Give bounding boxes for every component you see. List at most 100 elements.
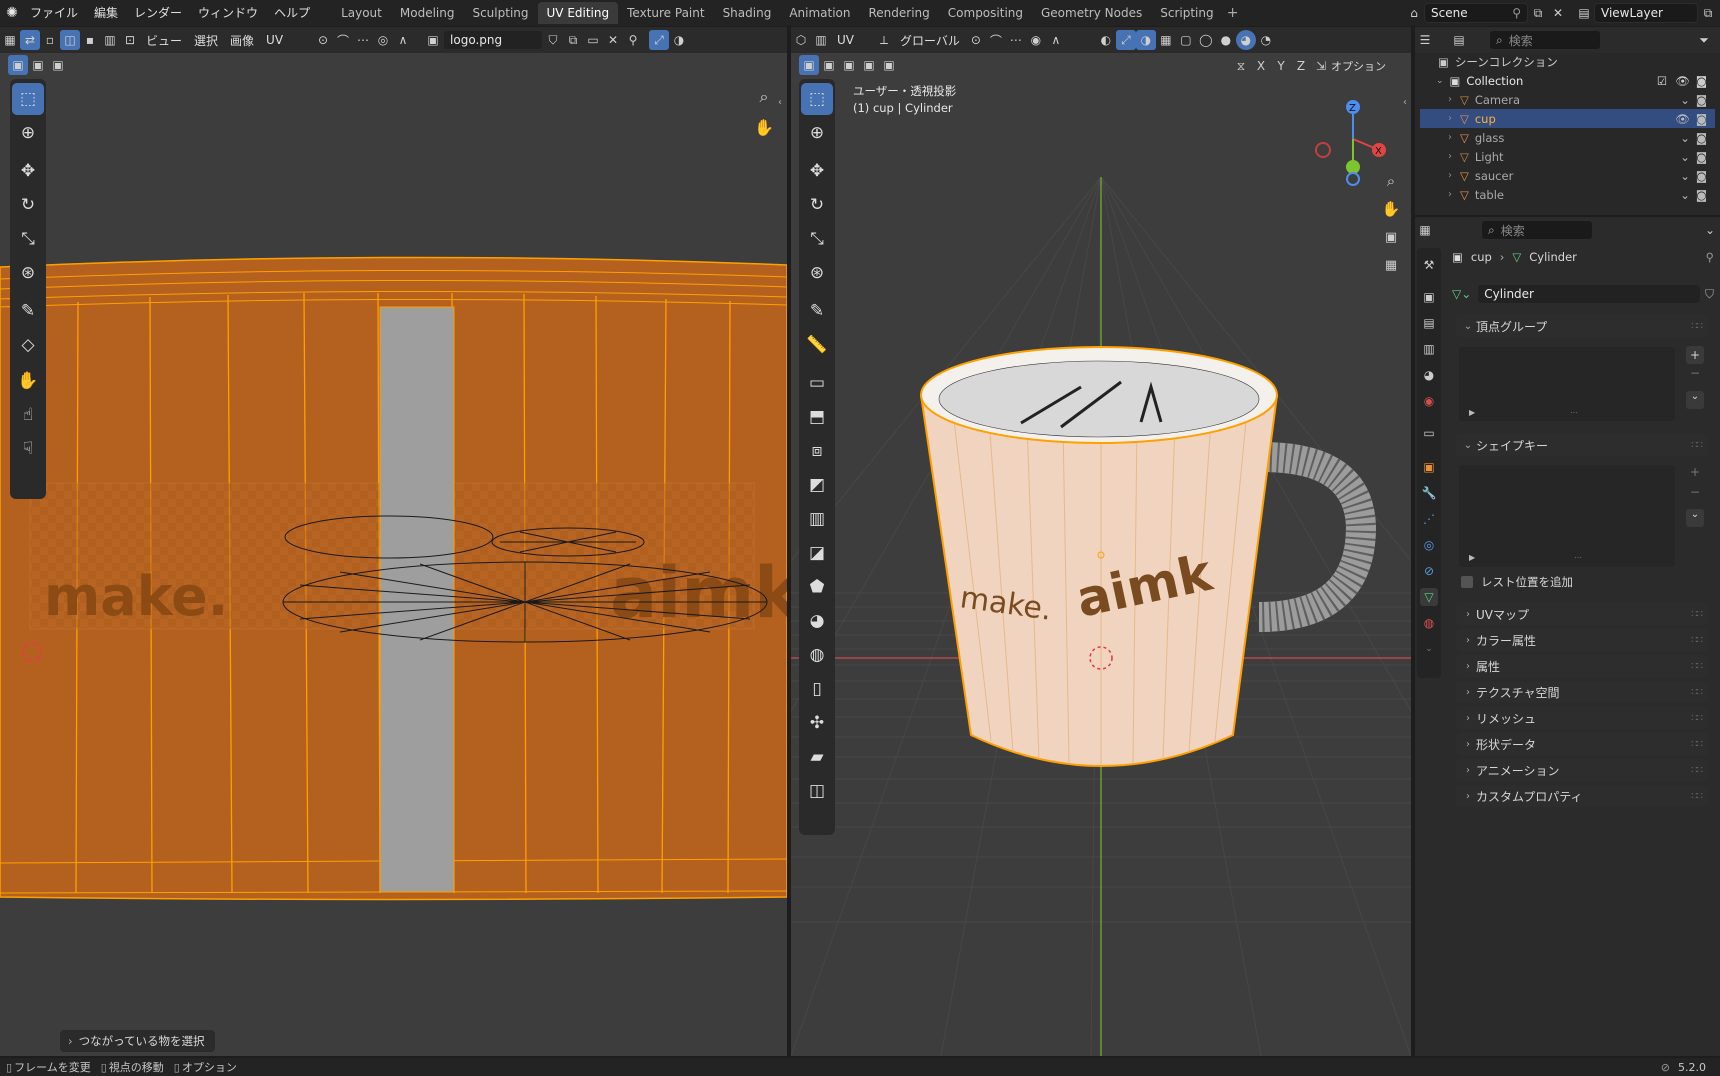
tool-tab-icon[interactable]: ⚒ (1420, 256, 1438, 274)
properties-section-header[interactable]: › 形状データ ∷∷ (1456, 733, 1708, 755)
workspace-tab[interactable]: Modeling (391, 2, 464, 24)
vertex-group-menu-icon[interactable]: ⌄ (1686, 391, 1704, 409)
workspace-tab[interactable]: UV Editing (537, 2, 619, 24)
move-tool[interactable]: ✥ (12, 155, 44, 187)
add-cube-tool[interactable]: ▭ (801, 367, 833, 399)
display-mode-icon[interactable]: ▤ (1449, 30, 1469, 50)
smooth-tool[interactable]: ◍ (801, 639, 833, 671)
properties-section-header[interactable]: › リメッシュ ∷∷ (1456, 707, 1708, 729)
workspace-tab[interactable]: Compositing (939, 2, 1032, 24)
transform-tool[interactable]: ⊛ (12, 257, 44, 289)
properties-section-header[interactable]: › テクスチャ空間 ∷∷ (1456, 681, 1708, 703)
cursor-tool[interactable]: ⊕ (801, 117, 833, 149)
pinch-tool[interactable]: ☟ (12, 433, 44, 465)
hide-viewport-icon[interactable]: ⌄ (1680, 93, 1690, 107)
outliner-item[interactable]: › ▽ saucer ⌄ ◙ (1420, 166, 1715, 185)
shrink-fatten-tool[interactable]: ✣ (801, 707, 833, 739)
shape-keys-list[interactable] (1459, 465, 1675, 567)
rip-region-tool[interactable]: ◫ (801, 775, 833, 807)
hide-viewport-icon[interactable]: ⌄ (1680, 188, 1690, 202)
inset-tool[interactable]: ⧈ (801, 435, 833, 467)
move-tool[interactable]: ✥ (801, 155, 833, 187)
checkbox-icon[interactable]: ☑ (1657, 74, 1667, 88)
menu-item[interactable]: 編集 (86, 0, 126, 26)
loop-cut-tool[interactable]: ▥ (801, 503, 833, 535)
particles-tab-icon[interactable]: ⋰ (1420, 510, 1438, 528)
camera-render-icon[interactable]: ◙ (1696, 93, 1707, 107)
add-vertex-group-icon[interactable]: + (1686, 346, 1704, 364)
pin-icon[interactable]: ⚲ (1512, 6, 1521, 20)
2d-cursor-icon[interactable] (22, 642, 42, 662)
fake-user-icon[interactable]: ⛉ (1705, 287, 1714, 302)
shear-tool[interactable]: ▰ (801, 741, 833, 773)
add-rest-position-checkbox[interactable] (1461, 576, 1473, 588)
collection-tab-icon[interactable]: ▭ (1420, 424, 1438, 442)
uv-canvas[interactable]: make. aimk (0, 27, 787, 1056)
list-expand-icon[interactable]: ▶ (1469, 408, 1475, 417)
expand-chevron-icon[interactable]: ⌄ (1436, 76, 1444, 86)
menu-item[interactable]: レンダー (126, 0, 190, 26)
remove-vertex-group-icon[interactable]: − (1686, 366, 1704, 384)
cursor-tool[interactable]: ⊕ (12, 117, 44, 149)
camera-view-icon[interactable]: ▣ (1381, 227, 1401, 247)
shape-keys-header[interactable]: ⌄ シェイプキー ∷∷ (1456, 434, 1708, 456)
workspace-tab[interactable]: Sculpting (463, 2, 537, 24)
vertex-groups-list[interactable] (1459, 347, 1675, 421)
menu-item[interactable]: ファイル (22, 0, 86, 26)
scene-icon[interactable]: ⌂ (1404, 3, 1424, 23)
outliner-editor-icon[interactable]: ☰ (1415, 30, 1435, 50)
vertex-groups-header[interactable]: ⌄ 頂点グループ ∷∷ (1456, 315, 1708, 337)
poly-build-tool[interactable]: ⬟ (801, 571, 833, 603)
list-resize-grip[interactable]: ⋯ (1574, 553, 1582, 562)
outliner-item[interactable]: › ▽ glass ⌄ ◙ (1420, 128, 1715, 147)
workspace-tab[interactable]: Texture Paint (618, 2, 713, 24)
menu-item[interactable]: ウィンドウ (190, 0, 266, 26)
collection-row[interactable]: ⌄ ▣ Collection ☑ 👁 ◙ (1420, 71, 1715, 90)
add-shape-key-icon[interactable]: + (1686, 465, 1704, 483)
collapse-sidebar-icon[interactable]: ‹ (1403, 97, 1407, 108)
zoom-icon[interactable]: ⌕ (754, 87, 774, 107)
viewlayer-selector[interactable]: ViewLayer (1594, 3, 1698, 23)
menu-item[interactable]: ヘルプ (266, 0, 318, 26)
extrude-tool[interactable]: ⬒ (801, 401, 833, 433)
workspace-tab[interactable]: Rendering (860, 2, 939, 24)
outliner-item[interactable]: › ▽ Light ⌄ ◙ (1420, 147, 1715, 166)
camera-render-icon[interactable]: ◙ (1696, 131, 1707, 145)
expand-chevron-icon[interactable]: › (1448, 189, 1452, 200)
hide-viewport-icon[interactable]: ⌄ (1680, 131, 1690, 145)
pan-hand-icon[interactable]: ✋ (754, 117, 774, 137)
remove-shape-key-icon[interactable]: − (1686, 485, 1704, 503)
properties-section-header[interactable]: › 属性 ∷∷ (1456, 655, 1708, 677)
physics-tab-icon[interactable]: ◎ (1420, 536, 1438, 554)
measure-tool[interactable]: 📏 (801, 329, 833, 361)
spin-tool[interactable]: ◕ (801, 605, 833, 637)
new-scene-icon[interactable]: ⧉ (1528, 3, 1548, 23)
camera-render-icon[interactable]: ◙ (1696, 188, 1707, 202)
expand-chevron-icon[interactable]: › (1448, 132, 1452, 143)
annotate-tool[interactable]: ✎ (12, 295, 44, 327)
render-tab-icon[interactable]: ▣ (1420, 288, 1438, 306)
camera-render-icon[interactable]: ◙ (1696, 112, 1707, 126)
scene-selector[interactable]: Scene ⚲ (1424, 3, 1528, 23)
scene-collection-row[interactable]: ▣ シーンコレクション (1420, 52, 1715, 71)
viewlayer-icon[interactable]: ▤ (1574, 3, 1594, 23)
scale-tool[interactable]: ⤡ (801, 223, 833, 255)
workspace-tab[interactable]: Shading (714, 2, 781, 24)
grab-tool[interactable]: ✋ (12, 365, 44, 397)
new-viewlayer-icon[interactable]: ⧉ (1698, 3, 1718, 23)
material-tab-icon[interactable]: ◍ (1420, 614, 1438, 632)
rotate-tool[interactable]: ↻ (12, 189, 44, 221)
properties-section-header[interactable]: › アニメーション ∷∷ (1456, 759, 1708, 781)
transform-tool[interactable]: ⊛ (801, 257, 833, 289)
edge-slide-tool[interactable]: ▯ (801, 673, 833, 705)
filter-icon[interactable]: ⏷ (1694, 30, 1714, 50)
operator-panel[interactable]: › つながっている物を選択 (60, 1030, 215, 1052)
camera-render-icon[interactable]: ◙ (1696, 74, 1707, 88)
workspace-tab[interactable]: Scripting (1151, 2, 1222, 24)
annotate-tool[interactable]: ✎ (801, 295, 833, 327)
mesh-data-tab-icon[interactable]: ▽ (1420, 588, 1438, 606)
properties-section-header[interactable]: › カスタムプロパティ ∷∷ (1456, 785, 1708, 807)
workspace-tab[interactable]: Animation (780, 2, 859, 24)
camera-render-icon[interactable]: ◙ (1696, 150, 1707, 164)
list-resize-grip[interactable]: ⋯ (1570, 408, 1578, 417)
